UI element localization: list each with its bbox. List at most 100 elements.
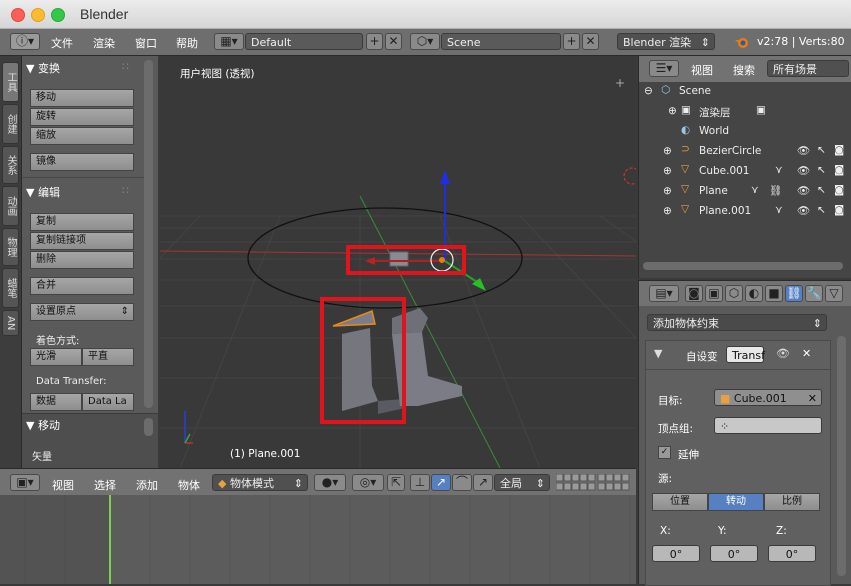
collapse-icon[interactable]: ⊖ xyxy=(644,85,653,97)
world-tab-icon[interactable]: ◐ xyxy=(745,285,763,302)
interaction-mode-select[interactable]: ◆ 物体模式 ⇕ xyxy=(212,474,308,491)
clear-target-icon[interactable]: ✕ xyxy=(808,390,817,407)
delete-scene-icon[interactable]: ✕ xyxy=(582,33,599,50)
source-tab-location[interactable]: 位置 xyxy=(652,493,708,511)
drag-handle-icon[interactable]: ∷ xyxy=(122,60,129,73)
outliner-row-scene[interactable]: ⊖ ⬡ Scene xyxy=(639,82,851,102)
scale-button[interactable]: 缩放 xyxy=(30,127,134,145)
outliner-menu-view[interactable]: 视图 xyxy=(691,62,713,78)
menu-render[interactable]: 渲染 xyxy=(93,35,115,51)
set-origin-dropdown[interactable]: 设置原点 ⇕ xyxy=(30,303,134,321)
render-camera-icon[interactable]: ◙ xyxy=(834,204,844,216)
transform-panel-header[interactable]: ▼ 变换 xyxy=(26,60,60,76)
tab-an[interactable]: AN xyxy=(2,310,19,336)
data-transfer-button[interactable]: 数据 xyxy=(30,393,82,411)
expand-icon[interactable]: ⊕ xyxy=(663,205,672,217)
properties-scrollbar[interactable] xyxy=(837,336,846,576)
editor-type-outliner-icon[interactable]: ☰▾ xyxy=(649,60,679,77)
rotate-button[interactable]: 旋转 xyxy=(30,108,134,126)
outliner-row-cube001[interactable]: ⊕ ▽ Cube.001 ⋎ 👁 ↖ ◙ xyxy=(639,162,851,182)
shade-flat-button[interactable]: 平直 xyxy=(82,348,134,366)
outliner-row-beziercircle[interactable]: ⊕ ⊃ BezierCircle 👁 ↖ ◙ xyxy=(639,142,851,162)
cube-object[interactable] xyxy=(389,251,409,267)
constraint-name[interactable]: 自设变 xyxy=(686,349,718,364)
scale-manipulator-icon[interactable]: ⌒ xyxy=(452,474,472,491)
editor-type-3dview-icon[interactable]: ▣▾ xyxy=(10,474,40,491)
object-tab-icon[interactable]: ■ xyxy=(765,285,783,302)
plane-object[interactable] xyxy=(392,308,428,334)
select-arrow-icon[interactable]: ↖ xyxy=(817,184,826,196)
select-arrow-icon[interactable]: ↖ xyxy=(817,204,826,216)
plane-001-object[interactable] xyxy=(332,309,376,327)
constraint-type-field[interactable]: Transf xyxy=(726,346,765,363)
menu-help[interactable]: 帮助 xyxy=(176,35,198,51)
maximize-window-icon[interactable] xyxy=(51,8,65,22)
tab-create[interactable]: 创建 xyxy=(2,104,19,144)
duplicate-linked-button[interactable]: 复制链接项 xyxy=(30,232,134,250)
add-scene-icon[interactable]: + xyxy=(563,33,580,50)
y-min-field[interactable]: 0° xyxy=(710,545,758,562)
timeline-grid[interactable] xyxy=(0,495,636,584)
shade-smooth-button[interactable]: 光滑 xyxy=(30,348,82,366)
screen-layout-field[interactable]: Default xyxy=(245,33,363,50)
menu-file[interactable]: 文件 xyxy=(51,35,73,51)
x-min-field[interactable]: 0° xyxy=(652,545,700,562)
source-tab-rotation[interactable]: 转动 xyxy=(708,493,764,511)
render-camera-icon[interactable]: ◙ xyxy=(834,184,844,196)
add-constraint-dropdown[interactable]: 添加物体约束 ⇕ xyxy=(647,314,827,331)
vertex-group-field[interactable]: ⁘ xyxy=(714,417,822,434)
3d-viewport[interactable]: 用户视图 (透视) + (1) Plane.001 xyxy=(160,56,636,468)
bezier-circle[interactable] xyxy=(247,207,523,309)
rotate-manipulator-icon[interactable]: ↗ xyxy=(431,474,451,491)
outliner-row-plane[interactable]: ⊕ ▽ Plane ⋎ ⛓ 👁 ↖ ◙ xyxy=(639,182,851,202)
close-window-icon[interactable] xyxy=(11,8,25,22)
manipulator-toggle-icon[interactable]: ⇱ xyxy=(387,474,405,491)
editor-type-properties-icon[interactable]: ▤▾ xyxy=(649,285,679,302)
render-engine-select[interactable]: Blender 渲染 ⇕ xyxy=(617,33,715,50)
visibility-eye-icon[interactable]: 👁 xyxy=(797,144,810,157)
data-tab-icon[interactable]: ▽ xyxy=(825,285,843,302)
scene-icon[interactable]: ⬡▾ xyxy=(410,33,440,50)
constraint-visibility-eye-icon[interactable]: 👁 xyxy=(776,347,790,360)
outliner-scrollbar[interactable] xyxy=(643,262,843,270)
expand-icon[interactable]: ⊕ xyxy=(663,185,672,197)
duplicate-button[interactable]: 复制 xyxy=(30,213,134,231)
outliner-row-world[interactable]: ◐ World xyxy=(639,122,851,142)
x-manipulator-arrow-icon[interactable] xyxy=(365,257,375,265)
tab-physics[interactable]: 物理 xyxy=(2,228,19,266)
menu-object[interactable]: 物体 xyxy=(178,477,200,493)
translate-button[interactable]: 移动 xyxy=(30,89,134,107)
tab-animation[interactable]: 动画 xyxy=(2,186,19,226)
remove-constraint-icon[interactable]: ✕ xyxy=(802,347,811,360)
viewport-scene[interactable] xyxy=(160,56,636,468)
mirror-button[interactable]: 镜像 xyxy=(30,153,134,171)
editor-type-info-icon[interactable]: ⓘ▾ xyxy=(10,33,40,50)
target-field[interactable]: ■ Cube.001 ✕ xyxy=(714,389,822,406)
modifiers-tab-icon[interactable]: 🔧 xyxy=(805,285,823,302)
tab-grease-pencil[interactable]: 蜡笔 xyxy=(2,268,19,308)
constraints-tab-icon[interactable]: ⛓ xyxy=(785,285,803,302)
transform-orientation-select[interactable]: 全局 ⇕ xyxy=(494,474,550,491)
expand-icon[interactable]: ⊕ xyxy=(668,105,677,117)
layer-buttons[interactable] xyxy=(556,474,634,491)
join-button[interactable]: 合并 xyxy=(30,277,134,295)
data-layers-button[interactable]: Data La xyxy=(82,393,134,411)
tab-relations[interactable]: 关系 xyxy=(2,146,19,184)
tool-shelf-scrollbar[interactable] xyxy=(144,60,153,408)
expand-icon[interactable]: ⊕ xyxy=(663,145,672,157)
z-min-field[interactable]: 0° xyxy=(768,545,816,562)
outliner-row-render-layers[interactable]: ⊕ ▣ 渲染层 ▣ xyxy=(639,102,851,122)
move-panel-header[interactable]: ▼ 移动 xyxy=(26,417,60,433)
translate-manipulator-icon[interactable]: ⊥ xyxy=(410,474,430,491)
render-tab-icon[interactable]: ◙ xyxy=(685,285,703,302)
extrapolate-checkbox[interactable]: ✓ xyxy=(658,446,671,459)
viewport-shading-icon[interactable]: ●▾ xyxy=(314,474,346,491)
menu-add[interactable]: 添加 xyxy=(136,477,158,493)
operator-panel-scrollbar[interactable] xyxy=(144,418,153,436)
menu-view[interactable]: 视图 xyxy=(52,477,74,493)
outliner-menu-search[interactable]: 搜索 xyxy=(733,62,755,78)
select-arrow-icon[interactable]: ↖ xyxy=(817,144,826,156)
scene-field[interactable]: Scene xyxy=(441,33,561,50)
add-layout-icon[interactable]: + xyxy=(366,33,383,50)
render-camera-icon[interactable]: ◙ xyxy=(834,164,844,176)
